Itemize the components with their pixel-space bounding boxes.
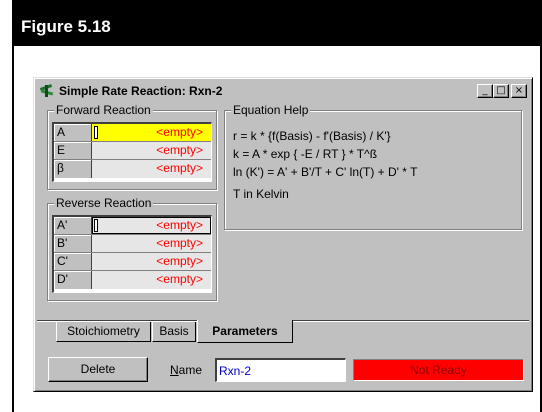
reverse-reaction-label: Reverse Reaction (54, 196, 154, 210)
param-name: B' (54, 235, 92, 252)
reaction-window: Simple Rate Reaction: Rxn-2 _ □ × Forwar… (33, 77, 533, 392)
window-title: Simple Rate Reaction: Rxn-2 (59, 83, 223, 98)
reverse-row-a-prime[interactable]: A' <empty> (54, 217, 211, 235)
param-value: <empty> (156, 125, 203, 139)
param-value-cell[interactable]: <empty> (92, 160, 211, 178)
reaction-app-icon (39, 83, 55, 98)
param-value: <empty> (156, 161, 203, 175)
param-value-cell[interactable]: <empty> (92, 271, 211, 289)
tab-basis[interactable]: Basis (152, 322, 196, 342)
name-field[interactable] (215, 358, 346, 382)
reverse-row-d-prime[interactable]: D' <empty> (54, 271, 211, 289)
param-name: A' (54, 217, 92, 234)
param-name: D' (54, 271, 92, 289)
reverse-row-c-prime[interactable]: C' <empty> (54, 253, 211, 271)
param-value: <empty> (156, 272, 203, 286)
tab-stoichiometry[interactable]: Stoichiometry (56, 322, 151, 342)
forward-row-a[interactable]: A <empty> (54, 124, 211, 142)
tab-parameters[interactable]: Parameters (197, 320, 293, 343)
param-value-cell[interactable]: <empty> (92, 217, 211, 234)
cell-cursor (94, 219, 98, 232)
equation-note-kelvin: T in Kelvin (233, 187, 289, 201)
forward-parameter-grid: A <empty> E <empty> β <empty> (52, 122, 212, 182)
param-value-cell[interactable]: <empty> (92, 142, 211, 159)
forward-reaction-group: Forward Reaction A <empty> E <empty> β <… (47, 103, 217, 190)
minimize-icon[interactable]: _ (477, 83, 493, 98)
param-value: <empty> (156, 218, 203, 232)
param-value: <empty> (156, 236, 203, 250)
param-name: β (54, 160, 92, 178)
reverse-reaction-group: Reverse Reaction A' <empty> B' <empty> C… (47, 196, 217, 301)
param-name: A (54, 124, 92, 141)
equation-help-label: Equation Help (231, 103, 311, 117)
figure-header: Figure 5.18 (12, 0, 542, 46)
equation-line-rate: r = k * {f(Basis) - f'(Basis) / K'} (233, 129, 391, 143)
status-text: Not Ready (410, 363, 467, 377)
name-label-rest: ame (178, 363, 203, 377)
param-value-cell[interactable]: <empty> (92, 124, 211, 141)
forward-row-beta[interactable]: β <empty> (54, 160, 211, 178)
delete-button[interactable]: Delete (48, 357, 148, 382)
reverse-row-b-prime[interactable]: B' <empty> (54, 235, 211, 253)
name-field-label: Name (170, 363, 203, 377)
equation-line-k: k = A * exp { -E / RT } * T^ß (233, 147, 378, 161)
param-name: E (54, 142, 92, 159)
param-value: <empty> (156, 143, 203, 157)
figure-title: Figure 5.18 (21, 17, 111, 36)
status-indicator: Not Ready (353, 359, 524, 381)
equation-line-ln-k: ln (K') = A' + B'/T + C' ln(T) + D' * T (233, 165, 418, 179)
window-controls: _ □ × (477, 83, 527, 98)
close-icon[interactable]: × (511, 83, 527, 98)
equation-help-group: Equation Help r = k * {f(Basis) - f'(Bas… (224, 103, 522, 230)
param-value-cell[interactable]: <empty> (92, 253, 211, 270)
param-value-cell[interactable]: <empty> (92, 235, 211, 252)
forward-reaction-label: Forward Reaction (54, 103, 153, 117)
cell-cursor (94, 126, 98, 139)
param-name: C' (54, 253, 92, 270)
forward-row-e[interactable]: E <empty> (54, 142, 211, 160)
maximize-icon[interactable]: □ (493, 83, 509, 98)
title-bar[interactable]: Simple Rate Reaction: Rxn-2 _ □ × (37, 81, 529, 100)
param-value: <empty> (156, 254, 203, 268)
reverse-parameter-grid: A' <empty> B' <empty> C' <empty> D' <emp… (52, 215, 212, 293)
